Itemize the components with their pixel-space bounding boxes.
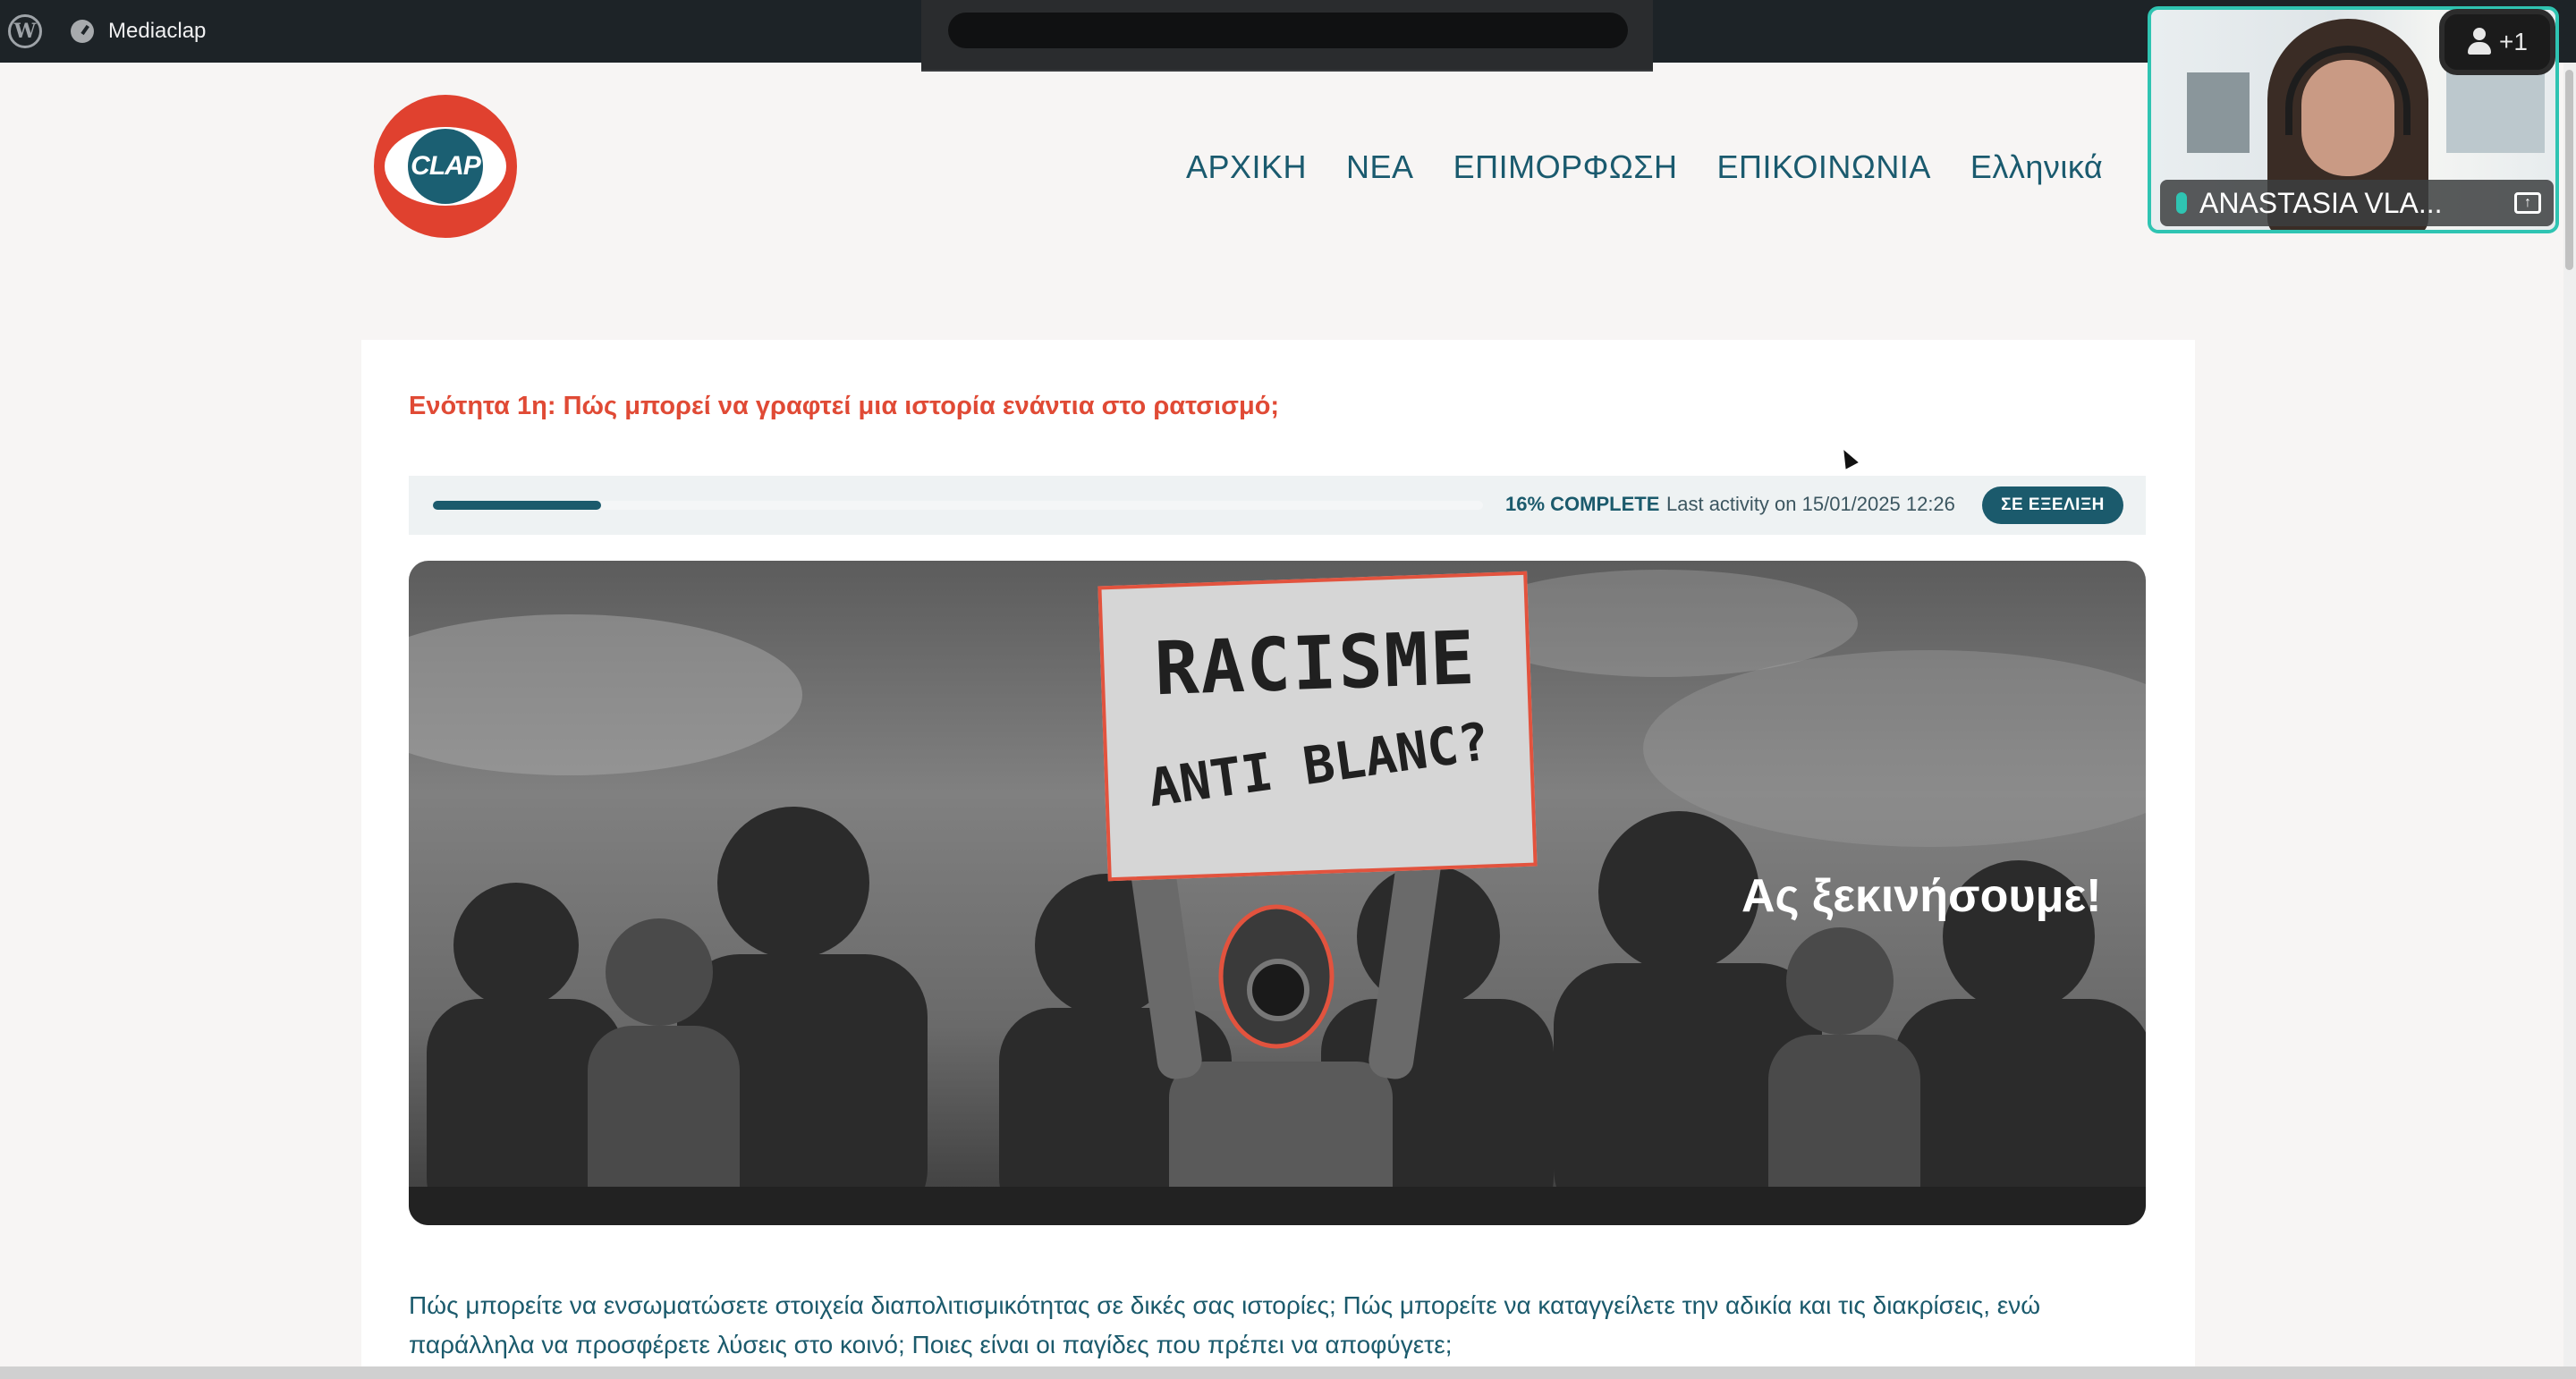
wordpress-logo-icon[interactable]: W (8, 14, 42, 48)
nav-training[interactable]: ΕΠΙΜΟΡΦΩΣΗ (1453, 148, 1678, 186)
lesson-title: Ενότητα 1η: Πώς μπορεί να γραφτεί μια ισ… (409, 392, 1280, 420)
hero-cta-text: Ας ξεκινήσουμε! (1741, 870, 2102, 922)
nav-contact[interactable]: ΕΠΙΚΟΙΝΩΝΙΑ (1716, 148, 1930, 186)
protest-sign: RACISME ANTI BLANC? (1097, 571, 1538, 882)
redacted-region (921, 0, 1653, 72)
bottom-bar (0, 1366, 2576, 1379)
participants-button[interactable]: +1 (2439, 9, 2555, 75)
nav-language[interactable]: Ελληνικά (1970, 148, 2103, 186)
vertical-scrollbar[interactable] (2563, 63, 2576, 1379)
scrollbar-thumb[interactable] (2565, 70, 2573, 270)
dashboard-icon (71, 20, 94, 43)
video-background-object (2187, 72, 2250, 153)
admin-bar-site-link[interactable]: Mediaclap (71, 19, 206, 44)
last-activity: Last activity on 15/01/2025 12:26 (1666, 493, 1955, 515)
sign-text-line1: RACISME (1153, 615, 1478, 713)
nav-home[interactable]: ΑΡΧΙΚΗ (1186, 148, 1307, 186)
redaction-scribble (948, 13, 1628, 48)
logo-text: CLAP (408, 129, 483, 204)
microphone-icon (2176, 192, 2187, 214)
progress-fill (433, 501, 601, 510)
screen-share-icon[interactable]: ↑ (2514, 192, 2541, 214)
status-badge: ΣΕ ΕΞΕΛΙΞΗ (1982, 486, 2123, 524)
progress-percent: 16% COMPLETE (1505, 493, 1660, 515)
participants-count: +1 (2499, 28, 2528, 55)
hero-image: RACISME ANTI BLANC? Ας ξεκινήσουμε! (409, 561, 2146, 1225)
user-icon (2467, 28, 2492, 56)
nav-news[interactable]: ΝΕΑ (1346, 148, 1414, 186)
site-name: Mediaclap (108, 19, 207, 43)
progress-track (433, 501, 1483, 510)
progress-panel: 16% COMPLETE Last activity on 15/01/2025… (409, 476, 2146, 535)
participant-name: ANASTASIA VLA... (2199, 186, 2443, 219)
site-logo[interactable]: CLAP (374, 95, 517, 238)
main-nav: ΑΡΧΙΚΗ ΝΕΑ ΕΠΙΜΟΡΦΩΣΗ ΕΠΙΚΟΙΝΩΝΙΑ Ελληνι… (1186, 148, 2103, 186)
sign-text-line2: ANTI BLANC? (1144, 710, 1494, 819)
intro-paragraph: Πώς μπορείτε να ενσωματώσετε στοιχεία δι… (409, 1291, 2041, 1358)
participant-name-bar: ANASTASIA VLA... ↑ (2160, 180, 2554, 226)
